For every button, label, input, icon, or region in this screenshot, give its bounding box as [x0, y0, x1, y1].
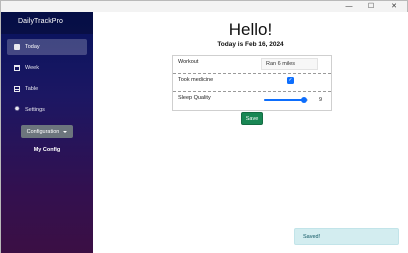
page-title: Hello! [228, 20, 273, 39]
form-row-sleep: Sleep Quality 9 [173, 92, 331, 110]
sidebar-item-week[interactable]: Week [7, 60, 87, 76]
sidebar-item-today[interactable]: Today [7, 39, 87, 55]
saved-toast: Saved! [294, 228, 399, 245]
sidebar-item-label: Settings [25, 107, 45, 113]
minimize-button[interactable]: — [338, 1, 360, 12]
checkmark-icon: ✓ [288, 77, 293, 83]
chevron-down-icon [63, 130, 68, 133]
workout-input[interactable]: Ran 6 miles [261, 58, 318, 70]
maximize-button[interactable]: ☐ [360, 1, 382, 12]
medicine-checkbox[interactable]: ✓ [287, 77, 294, 84]
sleep-quality-value: 9 [319, 97, 323, 103]
configuration-label: Configuration [26, 128, 60, 135]
slider-fill [264, 99, 304, 101]
close-button[interactable]: ✕ [383, 1, 405, 12]
app-window: — ☐ ✕ DailyTrackPro Today Week Table ✹ S… [0, 0, 408, 253]
save-button[interactable]: Save [241, 112, 263, 125]
main-content: Hello! Today is Feb 16, 2024 Workout Ran… [93, 12, 408, 253]
sidebar-item-label: Table [25, 86, 39, 92]
sleep-quality-label: Sleep Quality [178, 95, 211, 101]
sidebar-item-label: Week [25, 65, 39, 71]
date-text: Today is Feb 16, 2024 [217, 41, 284, 48]
table-icon [14, 86, 20, 92]
sidebar-item-label: Today [25, 44, 40, 50]
title-bar: — ☐ ✕ [1, 1, 407, 12]
form-row-workout: Workout Ran 6 miles [173, 56, 331, 74]
app-brand[interactable]: DailyTrackPro [18, 18, 63, 25]
day-icon [14, 44, 20, 50]
workout-label: Workout [178, 59, 199, 65]
slider-thumb[interactable] [300, 97, 307, 103]
gear-icon: ✹ [14, 106, 20, 113]
brand-bar: DailyTrackPro [1, 12, 93, 34]
sleep-quality-slider[interactable] [264, 97, 308, 103]
medicine-label: Took medicine [178, 77, 214, 83]
configuration-dropdown-button[interactable]: Configuration [21, 125, 73, 138]
sidebar: DailyTrackPro Today Week Table ✹ Setting… [1, 12, 93, 253]
form-row-medicine: Took medicine ✓ [173, 74, 331, 92]
sidebar-item-settings[interactable]: ✹ Settings [7, 102, 87, 118]
sidebar-item-table[interactable]: Table [7, 81, 87, 97]
config-name: My Config [33, 147, 61, 153]
tracking-form: Workout Ran 6 miles Took medicine ✓ Slee… [172, 55, 332, 111]
calendar-icon [14, 65, 20, 71]
